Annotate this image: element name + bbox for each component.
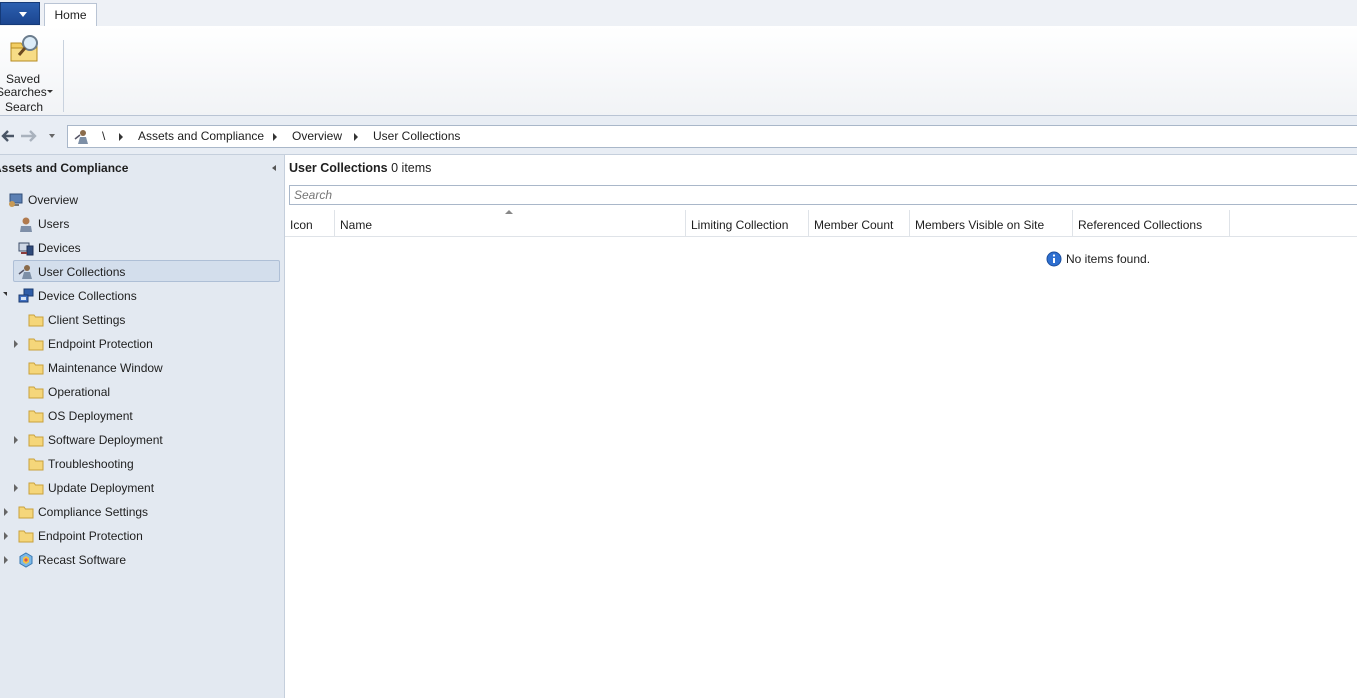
breadcrumb: \ Assets and Compliance Overview User Co… <box>67 125 1357 148</box>
ribbon-group-divider <box>63 40 64 112</box>
column-header-member-count[interactable]: Member Count <box>809 210 910 236</box>
tree-item-label: Operational <box>48 385 111 399</box>
folder-icon <box>28 314 44 327</box>
folder-icon <box>28 362 44 375</box>
tree-item-label: User Collections <box>38 265 126 279</box>
folder-icon <box>28 338 44 351</box>
overview-icon <box>9 193 23 207</box>
tree-item-label: Recast Software <box>38 553 127 567</box>
tab-home[interactable]: Home <box>44 3 97 27</box>
tree-item-label: Troubleshooting <box>48 457 134 471</box>
column-header-icon[interactable]: Icon <box>285 210 335 236</box>
column-header-limiting-collection[interactable]: Limiting Collection <box>686 210 809 236</box>
user-icon <box>20 217 32 232</box>
folder-icon <box>18 530 34 543</box>
column-header-members-visible-on-site[interactable]: Members Visible on Site <box>910 210 1073 236</box>
tree-item-label: Users <box>38 217 70 231</box>
search-input[interactable] <box>290 186 1357 204</box>
saved-searches-button[interactable]: Saved Searches <box>0 32 53 99</box>
tree-item-label: Update Deployment <box>48 481 155 495</box>
devices-icon <box>18 242 34 256</box>
tree-item-label: Compliance Settings <box>38 505 149 519</box>
tree-item-label: Endpoint Protection <box>38 529 143 543</box>
expand-arrow-icon[interactable] <box>4 508 8 516</box>
breadcrumb-item-assets-and-compliance[interactable]: Assets and Compliance <box>138 129 264 143</box>
sort-ascending-icon <box>505 210 513 214</box>
tree-item-label: Maintenance Window <box>48 361 163 375</box>
expand-arrow-icon[interactable] <box>14 484 18 492</box>
ribbon-tab-strip: Home <box>0 0 1357 27</box>
chevron-down-icon <box>19 12 27 17</box>
tree-item-label: Client Settings <box>48 313 126 327</box>
user-collections-icon <box>18 265 32 279</box>
saved-searches-label-2: Searches <box>0 85 47 99</box>
item-count: 0 items <box>391 161 432 175</box>
navigation-pane-title: Assets and Compliance <box>0 161 129 175</box>
tree-item-label: Overview <box>28 193 79 207</box>
ribbon: Saved Searches Search <box>0 26 1357 116</box>
breadcrumb-arrow-icon[interactable] <box>354 133 358 141</box>
history-dropdown-icon[interactable] <box>49 134 55 138</box>
back-arrow-icon[interactable] <box>0 128 14 144</box>
tree-item-label: Device Collections <box>38 289 137 303</box>
content-pane: User Collections 0 items Icon Name Limit… <box>285 155 1357 698</box>
expand-arrow-icon[interactable] <box>14 436 18 444</box>
breadcrumb-arrow-icon[interactable] <box>273 133 277 141</box>
folder-icon <box>28 482 44 495</box>
collapse-arrow-icon[interactable] <box>3 292 7 296</box>
column-header-referenced-collections[interactable]: Referenced Collections <box>1073 210 1230 236</box>
breadcrumb-root[interactable]: \ <box>102 129 105 143</box>
expand-arrow-icon[interactable] <box>4 532 8 540</box>
tree-item-label: Software Deployment <box>48 433 163 447</box>
saved-searches-icon <box>10 35 38 62</box>
recast-icon <box>19 552 33 568</box>
breadcrumb-item-user-collections[interactable]: User Collections <box>373 129 460 143</box>
content-header: User Collections 0 items <box>289 161 431 175</box>
ribbon-group-label: Search <box>4 100 44 114</box>
expand-arrow-icon[interactable] <box>4 556 8 564</box>
folder-icon <box>28 386 44 399</box>
expand-arrow-icon[interactable] <box>14 340 18 348</box>
folder-icon <box>18 506 34 519</box>
navigation-bar: \ Assets and Compliance Overview User Co… <box>0 116 1357 155</box>
tree-item-label: Devices <box>38 241 81 255</box>
device-collections-icon <box>18 288 34 303</box>
folder-icon <box>28 410 44 423</box>
folder-icon <box>28 434 44 447</box>
saved-searches-label-1: Saved <box>5 72 41 86</box>
grid-header: Icon Name Limiting Collection Member Cou… <box>285 210 1357 237</box>
user-collections-icon <box>74 130 88 144</box>
info-icon <box>1046 251 1062 267</box>
breadcrumb-item-overview[interactable]: Overview <box>292 129 342 143</box>
folder-icon <box>28 458 44 471</box>
application-menu-button[interactable] <box>0 2 40 25</box>
navigation-pane: Assets and Compliance Overview Users Dev… <box>0 155 285 698</box>
tree-item-label: Endpoint Protection <box>48 337 153 351</box>
empty-state-text: No items found. <box>1066 252 1151 266</box>
forward-arrow-icon[interactable] <box>20 128 38 144</box>
dropdown-arrow-icon <box>47 90 53 93</box>
content-title: User Collections <box>289 161 388 175</box>
collapse-pane-icon[interactable] <box>272 165 276 171</box>
search-box[interactable] <box>289 185 1357 205</box>
breadcrumb-arrow-icon[interactable] <box>119 133 123 141</box>
tree-item-label: OS Deployment <box>48 409 133 423</box>
